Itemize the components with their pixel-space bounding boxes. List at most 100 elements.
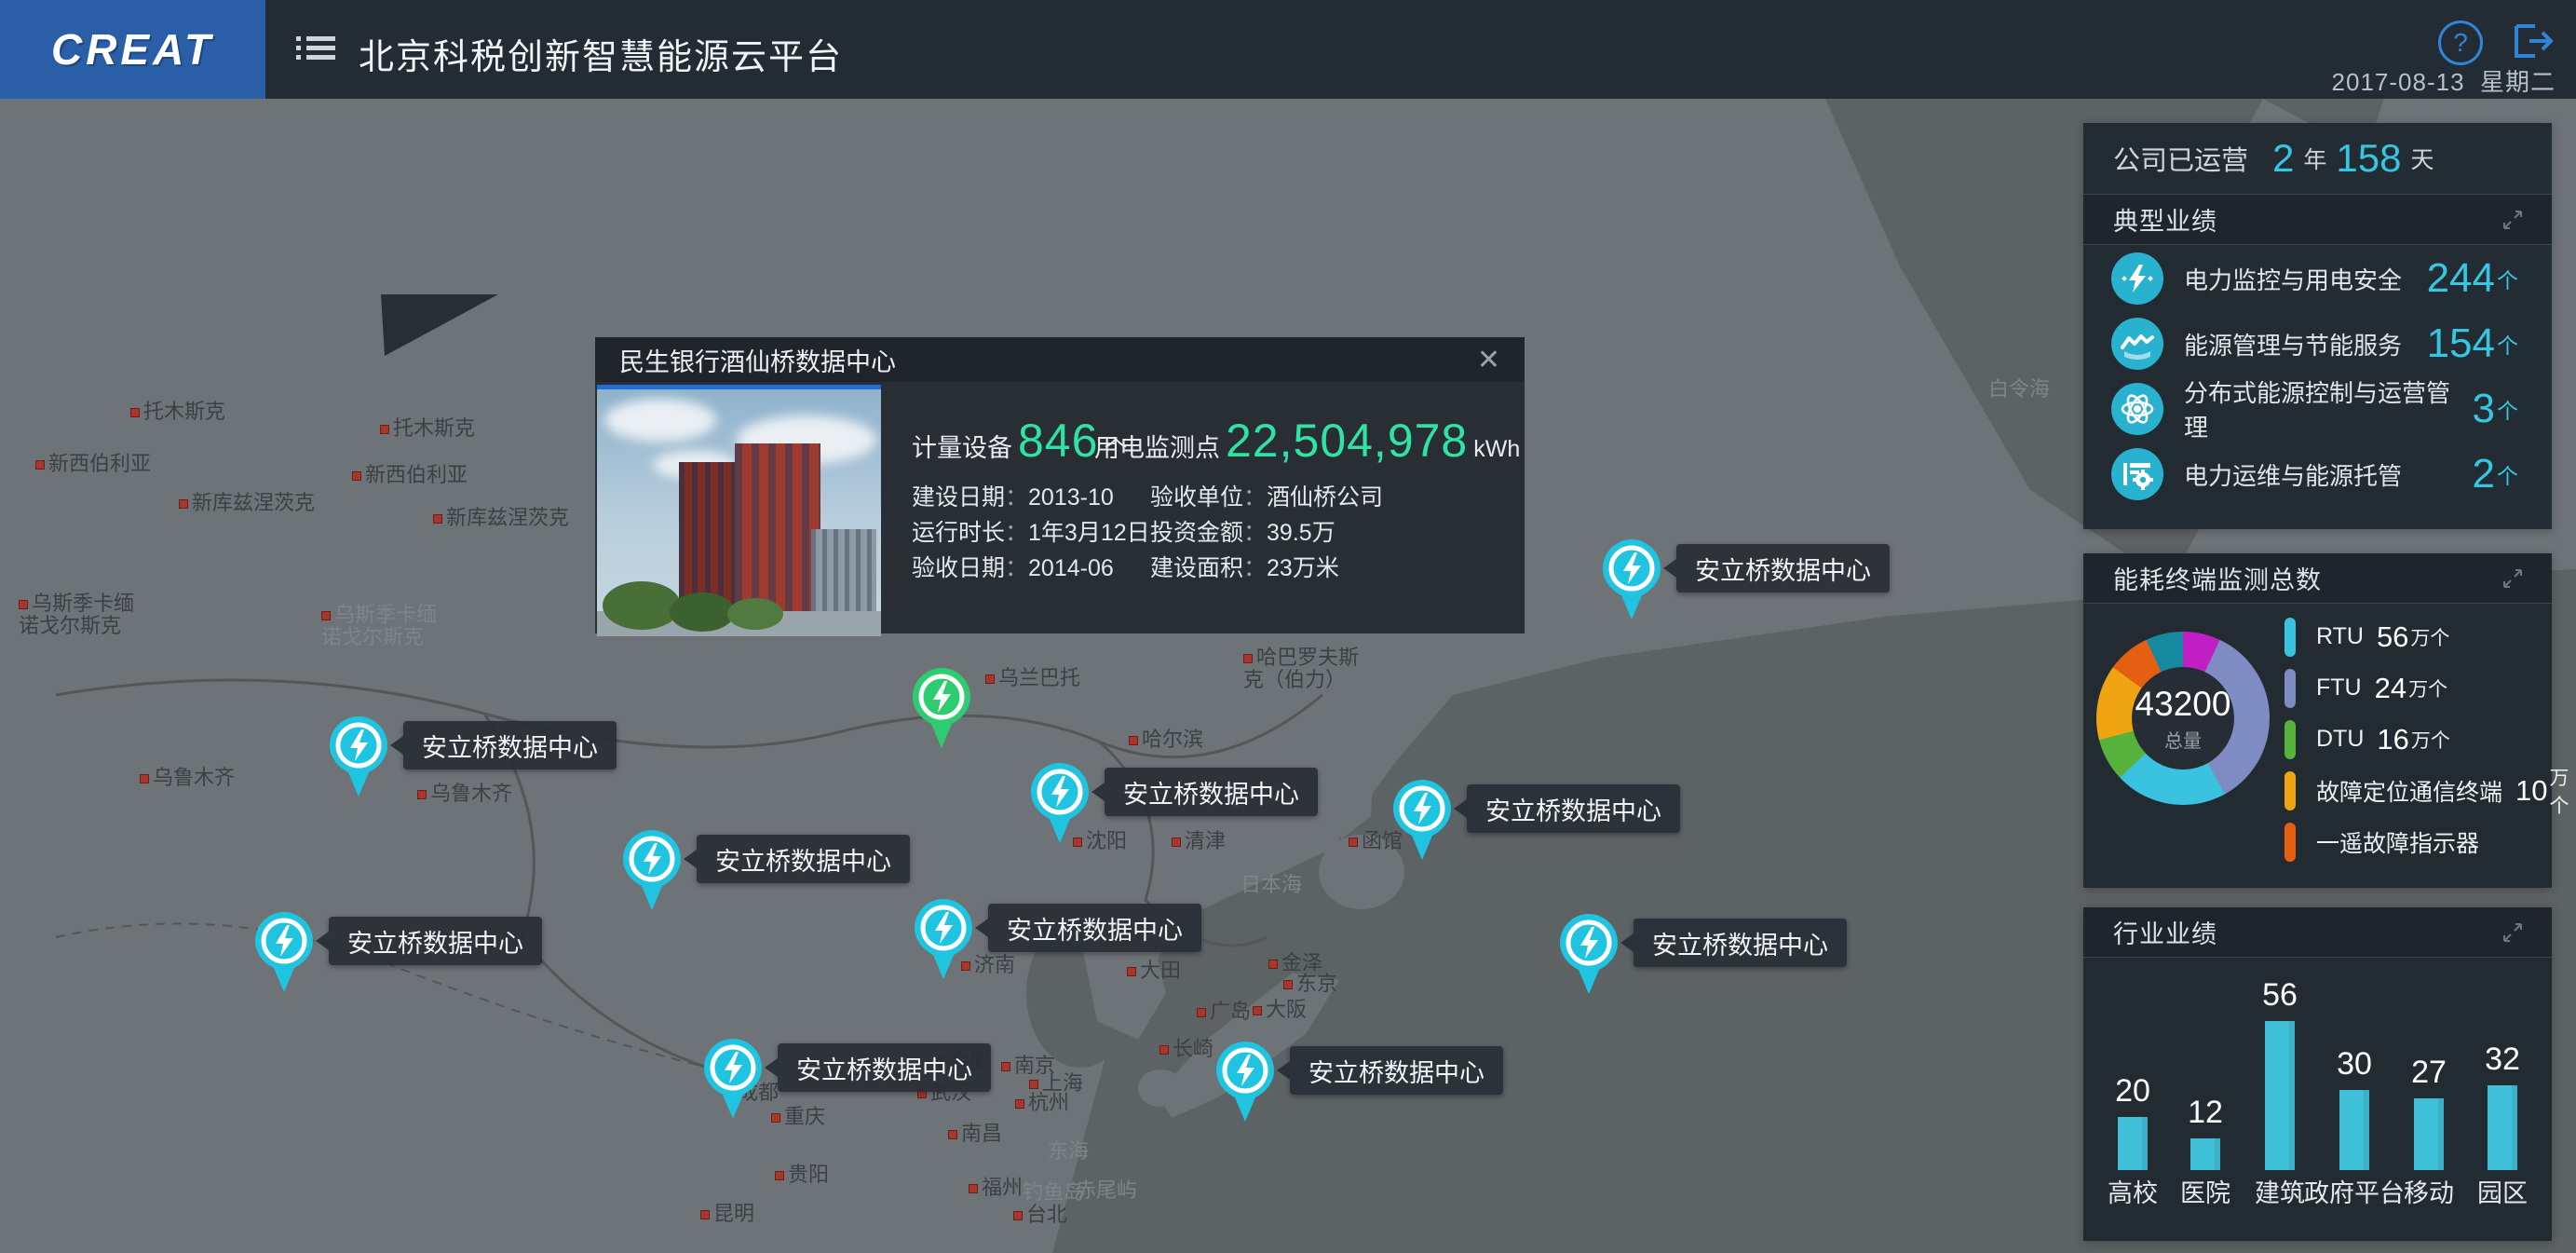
map-place-label: 哈尔滨 (1129, 729, 1203, 751)
datacenter-pin-icon[interactable] (913, 897, 974, 983)
panel-terminal-total: 能耗终端监测总数 43200 总量 RTU56万个FTU24万个DTU16万个故… (2083, 553, 2552, 888)
legend-swatch (2285, 618, 2296, 657)
datacenter-pin-label[interactable]: 安立桥数据中心 (1676, 544, 1890, 592)
map-place-label: 大田 (1127, 960, 1181, 982)
detail-accept-date: 验收日期：2014-06 (912, 550, 1114, 583)
datacenter-pin-label[interactable]: 安立桥数据中心 (697, 835, 910, 883)
map-place-label: 乌鲁木齐 (417, 783, 512, 805)
typical-item-label: 电力运维与能源托管 (2184, 457, 2402, 492)
industry-bar-label: 园区 (2428, 1173, 2576, 1209)
map-place-label: 上海 (1029, 1072, 1083, 1095)
stat-label: 用电监测点 (1094, 428, 1220, 464)
typical-item-label: 分布式能源控制与运营管理 (2184, 375, 2473, 443)
datacenter-pin-icon[interactable] (1391, 778, 1453, 864)
detail-investment: 投资金额：39.5万 (1150, 514, 1335, 548)
map-place-label: 东京 (1283, 973, 1337, 995)
selected-datacenter-pin-icon[interactable] (911, 666, 972, 752)
datacenter-pin-icon[interactable] (1029, 761, 1091, 847)
operation-label: 公司已运营 (2113, 139, 2248, 178)
datacenter-pin-label[interactable]: 安立桥数据中心 (329, 917, 542, 965)
typical-item-label: 能源管理与节能服务 (2184, 327, 2402, 361)
datacenter-pin-icon[interactable] (328, 715, 389, 800)
typical-item[interactable]: 电力监控与用电安全244个 (2083, 246, 2552, 311)
datacenter-pin-label[interactable]: 安立桥数据中心 (988, 904, 1201, 952)
industry-bar (2190, 1138, 2220, 1170)
expand-icon[interactable] (2503, 923, 2522, 942)
map-place-label: 新库兹涅茨克 (179, 492, 315, 514)
datacenter-pin-icon[interactable] (702, 1037, 764, 1123)
industry-bar (2118, 1117, 2148, 1170)
app-root: 托木斯克托木斯克新西伯利亚新西伯利亚新库兹涅茨克新库兹涅茨克乌斯季卡缅 诺戈尔斯… (0, 0, 2576, 1253)
stat-unit: kWh (1473, 436, 1520, 463)
map-place-label: 福州 (969, 1177, 1023, 1199)
industry-bar (2488, 1085, 2517, 1170)
menu-icon[interactable] (296, 32, 335, 67)
typical-item-value: 2 (2473, 451, 2495, 497)
map-place-label: 新西伯利亚 (35, 453, 151, 475)
legend-item: DTU16万个 (2285, 714, 2542, 765)
datacenter-pin-label[interactable]: 安立桥数据中心 (1467, 784, 1680, 833)
industry-bar-value: 56 (2224, 977, 2336, 1014)
map-place-label: 赤尾屿 (1076, 1179, 1137, 1202)
datacenter-pin-icon[interactable] (1558, 912, 1620, 998)
legend-swatch (2285, 669, 2296, 708)
industry-bar (2414, 1098, 2444, 1170)
map-place-label: 新库兹涅茨克 (433, 507, 569, 529)
datacenter-pin-icon[interactable] (621, 828, 683, 914)
datacenter-pin-label[interactable]: 安立桥数据中心 (1105, 768, 1318, 816)
industry-bar-chart: 20高校12医院56建筑30政府平台27移动32园区 (2083, 958, 2552, 1241)
ops-gear-icon (2111, 448, 2163, 500)
map-place-label: 托木斯克 (380, 417, 475, 440)
map-place-label: 东海 (1048, 1140, 1089, 1163)
typical-item[interactable]: 能源管理与节能服务154个 (2083, 311, 2552, 376)
legend-swatch (2285, 771, 2296, 810)
expand-icon[interactable] (2503, 569, 2522, 588)
typical-item[interactable]: 分布式能源控制与运营管理3个 (2083, 376, 2552, 442)
datacenter-pin-label[interactable]: 安立桥数据中心 (1634, 919, 1847, 967)
expand-icon[interactable] (2503, 211, 2522, 229)
stat-value: 22,504,978 (1226, 414, 1468, 468)
panel-typical-performance: 公司已运营 2 年 158 天 典型业绩 电力监控与用电安全244个能源管理与节… (2083, 123, 2552, 529)
datacenter-popup: 民生银行酒仙桥数据中心 ✕ 计量设备 846 个 (595, 337, 1525, 633)
map-place-label: 乌斯季卡缅 诺戈尔斯克 (321, 604, 437, 648)
detail-run-duration: 运行时长：1年3月12日 (912, 514, 1150, 548)
map-place-label: 南昌 (948, 1123, 1002, 1145)
creat-logo: CREAT (0, 0, 265, 99)
lightning-icon (2111, 252, 2163, 305)
typical-item-value: 154 (2427, 320, 2495, 367)
map-place-label: 长崎 (1159, 1038, 1213, 1060)
datacenter-pin-label[interactable]: 安立桥数据中心 (403, 721, 617, 770)
industry-performance-header: 行业业绩 (2083, 907, 2552, 958)
typical-item-value: 244 (2427, 255, 2495, 302)
logout-icon[interactable] (2513, 22, 2554, 60)
page-title: 北京科税创新智慧能源云平台 (359, 28, 843, 79)
operation-days: 158 (2336, 136, 2401, 181)
datacenter-pin-icon[interactable] (253, 910, 315, 996)
typical-items-list: 电力监控与用电安全244个能源管理与节能服务154个分布式能源控制与运营管理3个… (2083, 246, 2552, 507)
map-place-label: 新西伯利亚 (352, 464, 468, 486)
legend-item: RTU56万个 (2285, 611, 2542, 662)
typical-item[interactable]: 电力运维与能源托管2个 (2083, 442, 2552, 507)
operation-years: 2 (2272, 136, 2294, 181)
stat-value: 846 (1018, 414, 1098, 468)
datacenter-pin-icon[interactable] (1214, 1040, 1276, 1125)
app-header: CREAT 北京科税创新智慧能源云平台 ? 2017-08-13 星期二 (0, 0, 2576, 99)
datacenter-pin-icon[interactable] (1601, 538, 1662, 623)
datacenter-pin-label[interactable]: 安立桥数据中心 (1290, 1046, 1503, 1095)
energy-wave-icon (2111, 318, 2163, 370)
legend-item: 故障定位通信终端10万个 (2285, 765, 2542, 816)
help-icon[interactable]: ? (2438, 20, 2483, 65)
detail-build-area: 建设面积：23万米 (1150, 550, 1339, 583)
map-place-label: 昆明 (700, 1203, 754, 1225)
map-place-label: 大阪 (1253, 999, 1307, 1021)
industry-bar-value: 12 (2149, 1095, 2261, 1131)
map-place-label: 乌兰巴托 (985, 667, 1080, 689)
industry-bar (2265, 1021, 2295, 1170)
map-place-label: 重庆 (771, 1106, 825, 1128)
typical-item-label: 电力监控与用电安全 (2184, 262, 2402, 296)
datacenter-pin-label[interactable]: 安立桥数据中心 (778, 1043, 991, 1092)
close-icon[interactable]: ✕ (1477, 344, 1500, 376)
map-place-label: 乌斯季卡缅 诺戈尔斯克 (19, 592, 134, 637)
stat-label: 计量设备 (912, 428, 1012, 464)
popup-title: 民生银行酒仙桥数据中心 (619, 342, 896, 378)
